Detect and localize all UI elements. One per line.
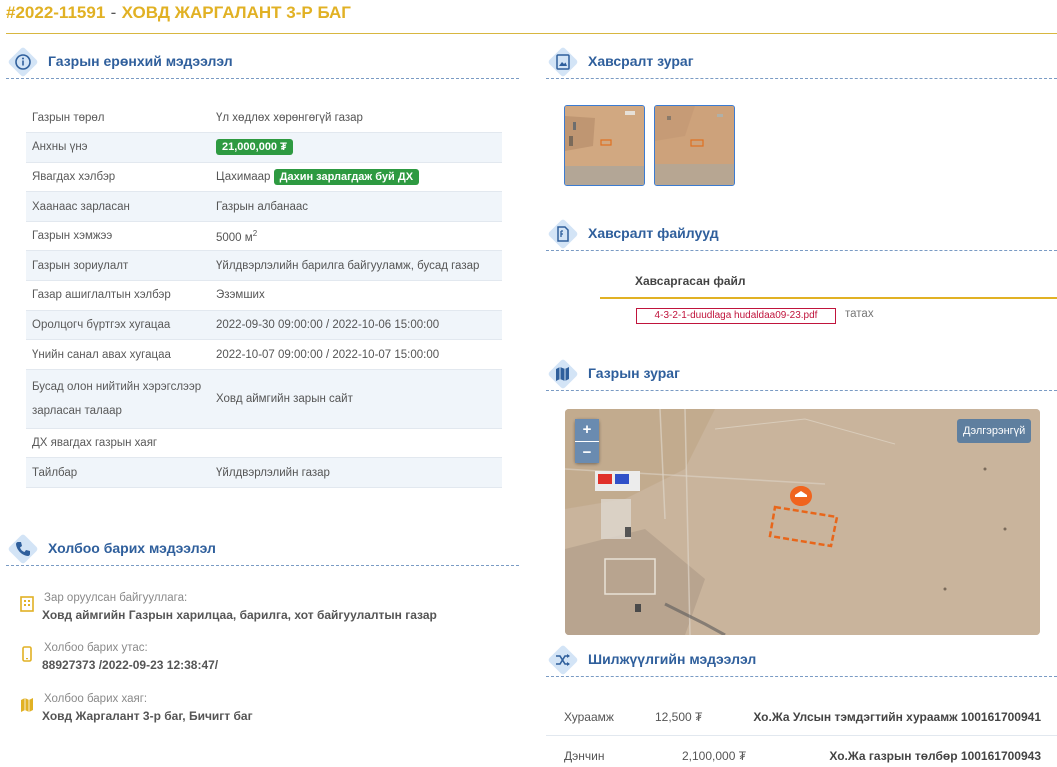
row-value: Цахимаар xyxy=(216,170,271,183)
files-header: Хавсралт файлууд xyxy=(546,217,1057,251)
page-title: ХОВД ЖАРГАЛАНТ 3-Р БАГ xyxy=(121,3,351,22)
table-row: Хураамж 12,500 ₮ Хо.Жа Улсын тэмдэгтийн … xyxy=(546,698,1057,736)
price-badge: 21,000,000 ₮ xyxy=(216,139,293,156)
table-row: Үнийн санал авах хугацаа 2022-10-07 09:00… xyxy=(26,339,502,370)
photo-thumbnail-1[interactable] xyxy=(564,105,645,186)
row-key: Бусад олон нийтийн хэрэгслээр зарласан т… xyxy=(26,369,210,429)
table-row: Хаанаас зарласан Газрын албанаас xyxy=(26,191,502,222)
transfer-title: Шилжүүлгийн мэдээлэл xyxy=(588,651,757,667)
row-key: Газрын зориулалт xyxy=(26,250,210,282)
contact-org: Зар оруулсан байгууллага: Ховд аймгийн Г… xyxy=(20,592,500,632)
row-key: Оролцогч бүртгэх хугацаа xyxy=(26,310,210,341)
table-row: Газрын хэмжээ 5000 м2 xyxy=(26,221,502,252)
row-key: Газар ашиглалтын хэлбэр xyxy=(26,280,210,311)
row-key: Хаанаас зарласан xyxy=(26,191,210,222)
table-row: Бусад олон нийтийн хэрэгслээр зарласан т… xyxy=(26,369,502,429)
row-key: Тайлбар xyxy=(26,457,210,489)
row-value: 5000 м xyxy=(216,231,253,244)
map-zoom-control: + − xyxy=(575,419,599,463)
fee-amount: 2,100,000 ₮ xyxy=(682,749,747,763)
row-value: 2022-10-07 09:00:00 / 2022-10-07 15:00:0… xyxy=(210,339,502,370)
photos-header: Хавсралт зураг xyxy=(546,45,1057,79)
org-label: Зар оруулсан байгууллага: xyxy=(44,592,188,604)
contact-header: Холбоо барих мэдээлэл xyxy=(6,532,519,566)
table-row: Оролцогч бүртгэх хугацаа 2022-09-30 09:00… xyxy=(26,310,502,341)
row-value: Ховд аймгийн зарын сайт xyxy=(210,369,502,429)
address-value: Ховд Жаргалант 3-р баг, Бичигт баг xyxy=(42,709,253,723)
row-value xyxy=(210,428,502,459)
photos-title: Хавсралт зураг xyxy=(588,53,694,69)
files-column-header: Хавсаргасан файл xyxy=(635,274,746,288)
contact-title: Холбоо барих мэдээлэл xyxy=(48,540,216,556)
table-row: Газрын төрөл Үл хөдлөх хөрөнгөгүй газар xyxy=(26,103,502,134)
contact-address: Холбоо барих хаяг: Ховд Жаргалант 3-р ба… xyxy=(20,693,500,733)
table-row: Газар ашиглалтын хэлбэр Эзэмших xyxy=(26,280,502,311)
map-header: Газрын зураг xyxy=(546,357,1057,391)
row-key: Анхны үнэ xyxy=(26,132,210,163)
image-icon xyxy=(547,46,579,78)
map-fullscreen-button[interactable]: Дэлгэрэнгүй xyxy=(957,419,1032,443)
map-icon xyxy=(547,358,579,390)
file-icon xyxy=(547,218,579,250)
auction-number: #2022-11591 xyxy=(6,3,106,22)
row-value: Үйлдвэрлэлийн барилга байгууламж, бусад … xyxy=(210,250,502,282)
photo-thumbnail-2[interactable] xyxy=(654,105,735,186)
map-title: Газрын зураг xyxy=(588,365,680,381)
table-row: Газрын зориулалт Үйлдвэрлэлийн барилга ба… xyxy=(26,250,502,282)
org-value: Ховд аймгийн Газрын харилцаа, барилга, х… xyxy=(42,608,437,622)
row-value: Газрын албанаас xyxy=(210,191,502,222)
address-label: Холбоо барих хаяг: xyxy=(44,693,148,705)
transfer-header: Шилжүүлгийн мэдээлэл xyxy=(546,643,1057,677)
phone-label: Холбоо барих утас: xyxy=(44,642,148,654)
files-table-header: Хавсаргасан файл xyxy=(600,262,1057,299)
general-info-header: Газрын ерөнхий мэдээлэл xyxy=(6,45,519,79)
zoom-out-button[interactable]: − xyxy=(575,441,599,463)
phone-value: 88927373 /2022-09-23 12:38:47/ xyxy=(42,658,219,672)
status-badge: Дахин зарлагдаж буй ДХ xyxy=(273,168,420,185)
mobile-icon xyxy=(22,646,32,662)
unit-superscript: 2 xyxy=(252,228,258,238)
phone-icon xyxy=(7,533,39,565)
general-info-table: Газрын төрөл Үл хөдлөх хөрөнгөгүй газар А… xyxy=(26,103,502,489)
page-header: #2022-11591 - ХОВД ЖАРГАЛАНТ 3-Р БАГ xyxy=(6,2,1057,34)
files-title: Хавсралт файлууд xyxy=(588,225,719,241)
fee-name: Хураамж xyxy=(564,710,614,724)
file-link[interactable]: 4-3-2-1-duudlaga hudaldaa09-23.pdf xyxy=(636,308,836,324)
map-icon xyxy=(21,698,33,712)
row-value: Эзэмших xyxy=(210,280,502,311)
header-separator: - xyxy=(110,3,117,22)
row-value: 2022-09-30 09:00:00 / 2022-10-06 15:00:0… xyxy=(210,310,502,341)
row-key: Явагдах хэлбэр xyxy=(26,162,210,193)
table-row: Анхны үнэ 21,000,000 ₮ xyxy=(26,132,502,163)
download-link[interactable]: татах xyxy=(845,308,874,320)
fee-description: Хо.Жа Улсын тэмдэгтийн хураамж 100161700… xyxy=(753,710,1041,724)
fee-description: Хо.Жа газрын төлбөр 100161700943 xyxy=(829,749,1041,763)
building-icon xyxy=(20,596,34,612)
shuffle-icon xyxy=(547,644,579,676)
table-row: Явагдах хэлбэр Цахимаар Дахин зарлагдаж б… xyxy=(26,162,502,193)
table-row: Тайлбар Үйлдвэрлэлийн газар xyxy=(26,457,502,489)
general-info-title: Газрын ерөнхий мэдээлэл xyxy=(48,53,233,69)
table-row: ДХ явагдах газрын хаяг xyxy=(26,428,502,459)
contact-phone: Холбоо барих утас: 88927373 /2022-09-23 … xyxy=(20,642,500,682)
row-value: Үл хөдлөх хөрөнгөгүй газар xyxy=(210,103,502,134)
zoom-in-button[interactable]: + xyxy=(575,419,599,441)
table-row: Дэнчин 2,100,000 ₮ Хо.Жа газрын төлбөр 1… xyxy=(546,737,1057,767)
fee-amount: 12,500 ₮ xyxy=(655,710,703,724)
row-value: Үйлдвэрлэлийн газар xyxy=(210,457,502,489)
row-key: Үнийн санал авах хугацаа xyxy=(26,339,210,370)
fee-name: Дэнчин xyxy=(564,749,605,763)
row-key: ДХ явагдах газрын хаяг xyxy=(26,428,210,459)
row-key: Газрын хэмжээ xyxy=(26,221,210,252)
row-key: Газрын төрөл xyxy=(26,103,210,134)
info-icon xyxy=(7,46,39,78)
